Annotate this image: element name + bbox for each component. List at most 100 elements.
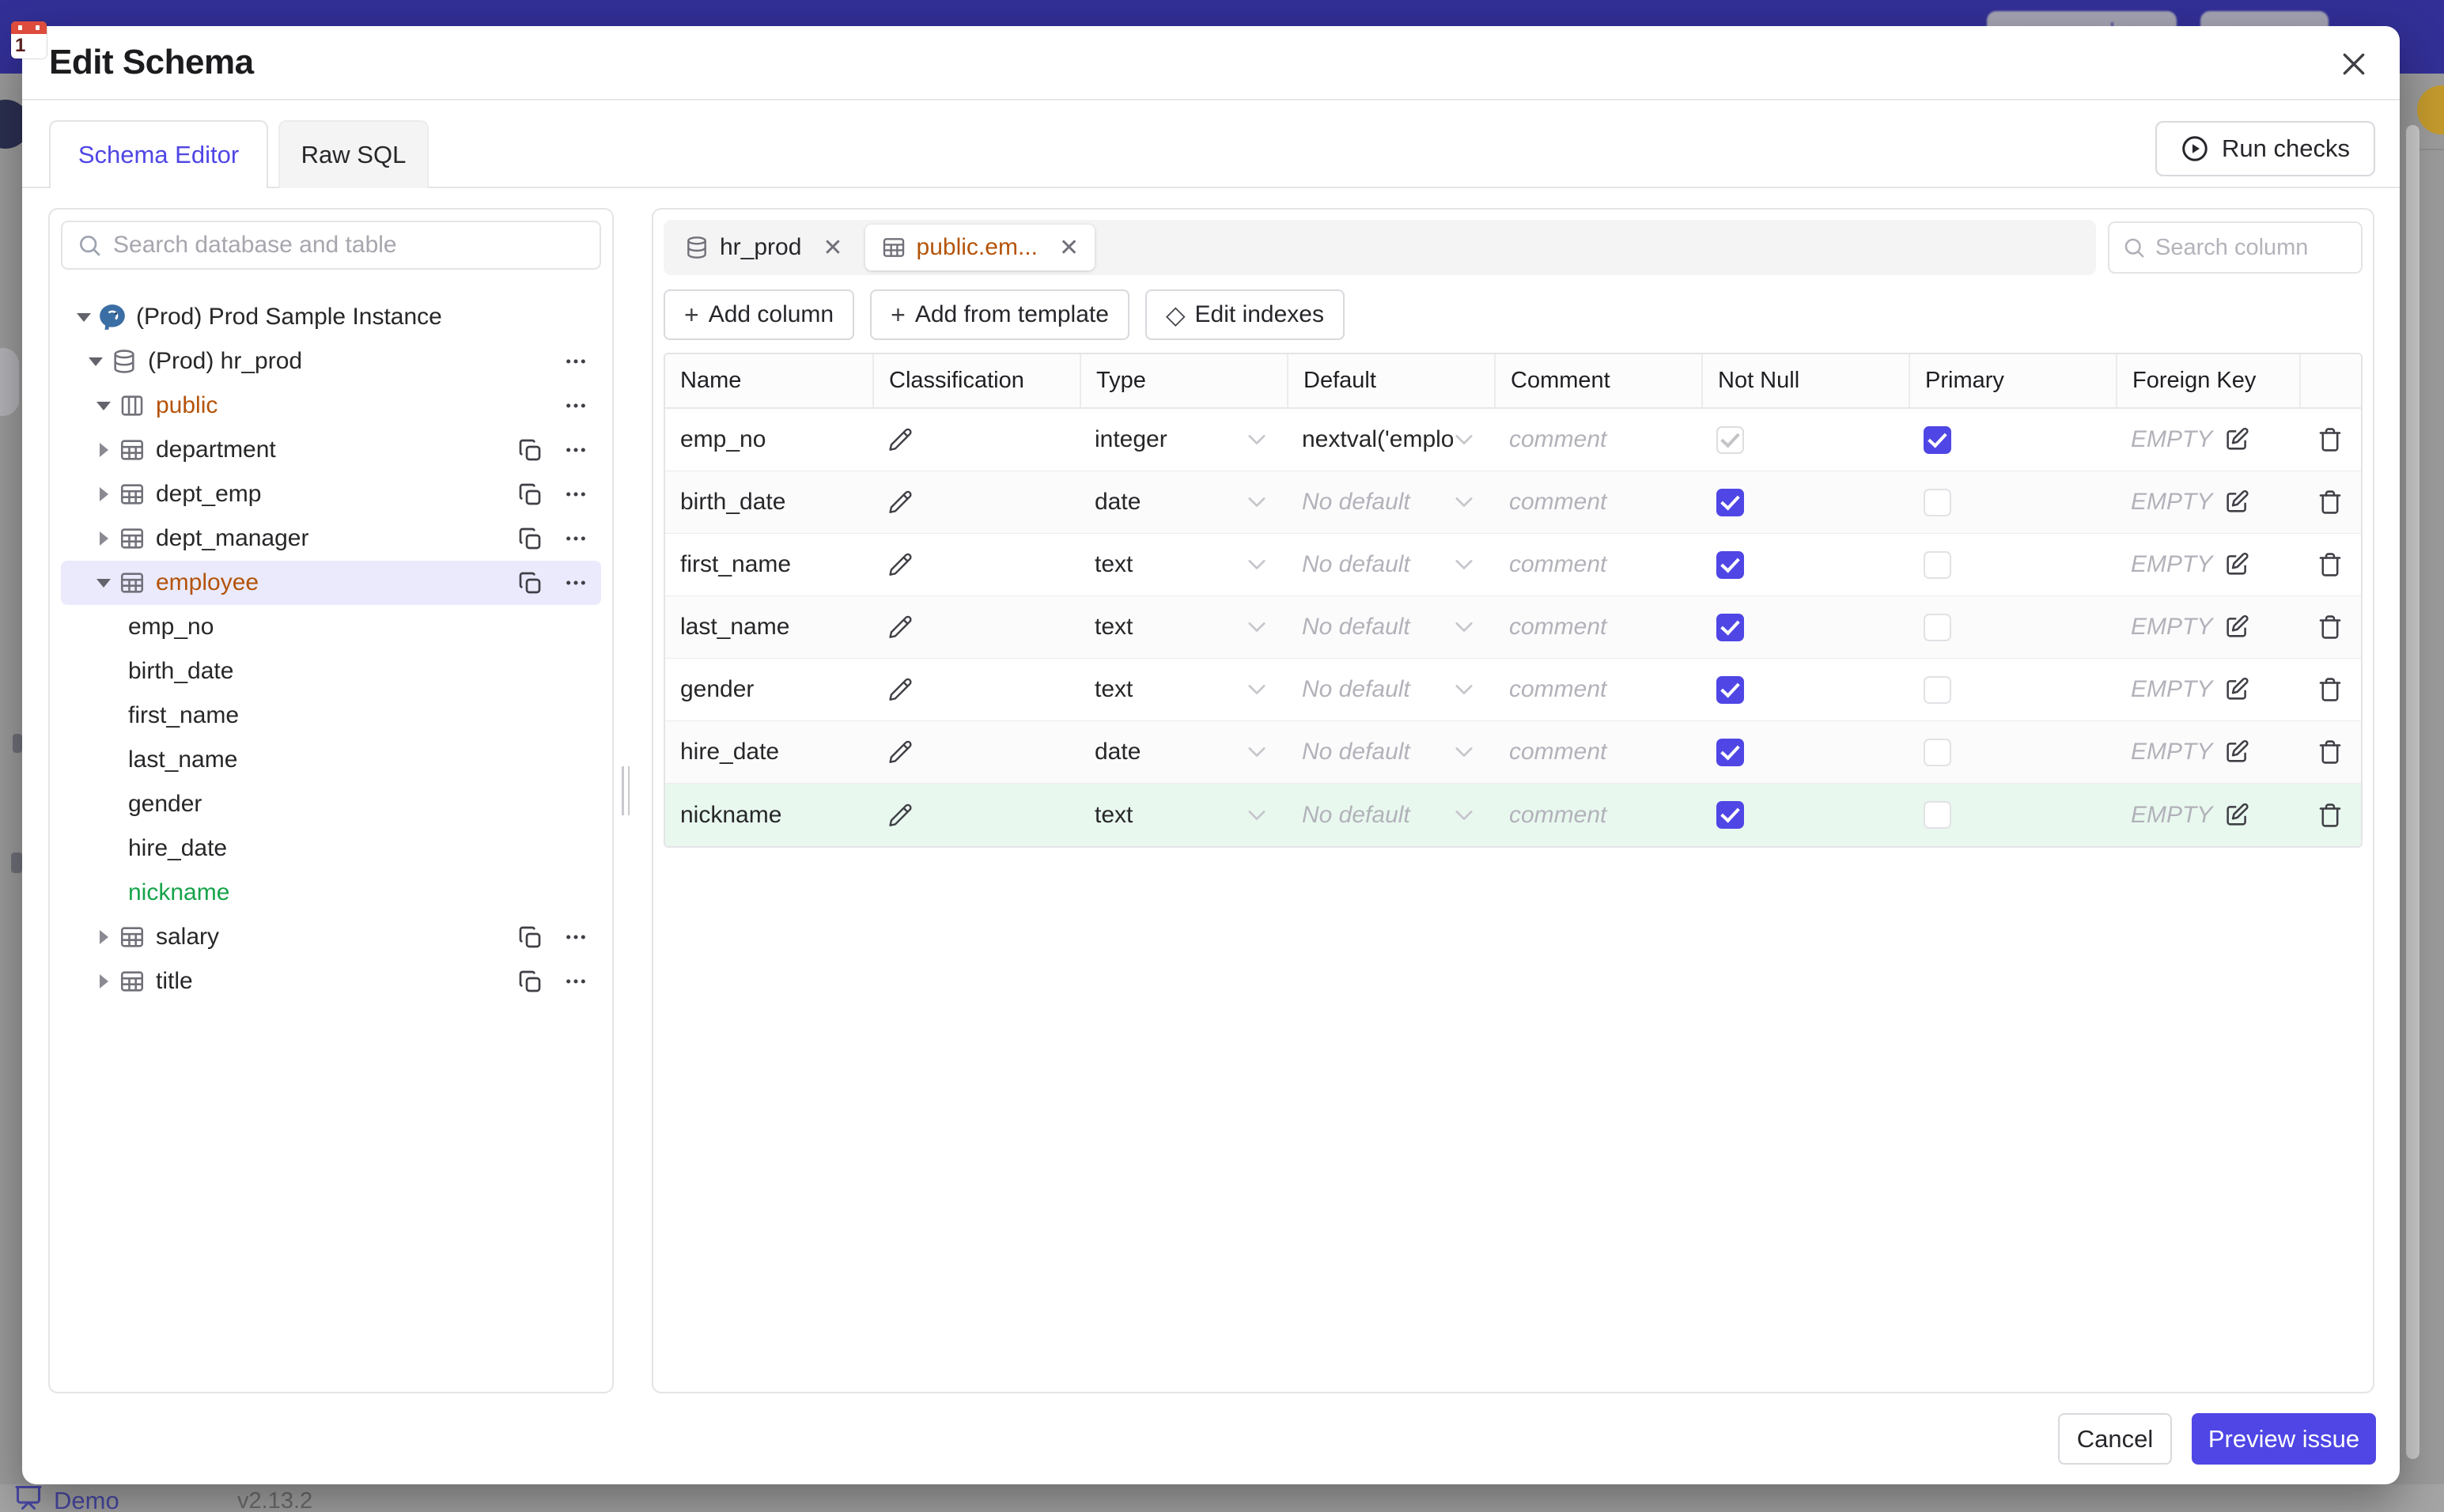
checkbox[interactable] — [1924, 425, 1951, 454]
delete-column-icon[interactable] — [2299, 471, 2361, 533]
tree-search[interactable] — [61, 221, 601, 270]
caret-right-icon[interactable] — [90, 443, 117, 457]
checkbox[interactable] — [1924, 738, 1951, 766]
tree-search-input[interactable] — [113, 232, 585, 259]
tree-item-dept_manager[interactable]: dept_manager — [61, 516, 601, 561]
type-select[interactable]: text — [1080, 784, 1287, 846]
checkbox[interactable] — [1716, 488, 1744, 516]
tree-item-emp_no[interactable]: emp_no — [61, 605, 601, 649]
tree-item--prod-prod-sample-instance[interactable]: (Prod) Prod Sample Instance — [61, 295, 601, 339]
primary-checkbox[interactable] — [1909, 596, 2116, 658]
more-menu-icon[interactable] — [563, 526, 588, 551]
copy-icon[interactable] — [517, 437, 543, 463]
column-search[interactable] — [2108, 221, 2363, 274]
not-null-checkbox[interactable] — [1701, 471, 1909, 533]
classification-edit-icon[interactable] — [872, 471, 1080, 533]
comment-input[interactable]: comment — [1494, 596, 1701, 658]
more-menu-icon[interactable] — [563, 570, 588, 595]
more-menu-icon[interactable] — [563, 349, 588, 374]
column-name-input[interactable]: nickname — [665, 784, 872, 846]
comment-input[interactable]: comment — [1494, 471, 1701, 533]
comment-input[interactable]: comment — [1494, 784, 1701, 846]
primary-checkbox[interactable] — [1909, 659, 2116, 720]
type-select[interactable]: date — [1080, 721, 1287, 783]
tab-schema-editor[interactable]: Schema Editor — [49, 120, 268, 188]
not-null-checkbox[interactable] — [1701, 409, 1909, 471]
tree-item-department[interactable]: department — [61, 428, 601, 472]
comment-input[interactable]: comment — [1494, 721, 1701, 783]
type-select[interactable]: integer — [1080, 409, 1287, 471]
classification-edit-icon[interactable] — [872, 409, 1080, 471]
delete-column-icon[interactable] — [2299, 596, 2361, 658]
demo-link[interactable]: Demo — [14, 1484, 119, 1512]
primary-checkbox[interactable] — [1909, 534, 2116, 595]
column-name-input[interactable]: birth_date — [665, 471, 872, 533]
caret-down-icon[interactable] — [82, 357, 109, 366]
not-null-checkbox[interactable] — [1701, 596, 1909, 658]
comment-input[interactable]: comment — [1494, 534, 1701, 595]
not-null-checkbox[interactable] — [1701, 784, 1909, 846]
classification-edit-icon[interactable] — [872, 721, 1080, 783]
tab-chip-hr-prod[interactable]: hr_prod ✕ — [668, 225, 859, 270]
tree-item-public[interactable]: public — [61, 384, 601, 428]
edit-foreign-key-icon[interactable] — [2223, 739, 2250, 765]
copy-icon[interactable] — [517, 526, 543, 551]
edit-foreign-key-icon[interactable] — [2223, 426, 2250, 453]
default-select[interactable]: No default — [1287, 596, 1494, 658]
more-menu-icon[interactable] — [563, 924, 588, 950]
more-menu-icon[interactable] — [563, 437, 588, 463]
checkbox[interactable] — [1924, 550, 1951, 579]
comment-input[interactable]: comment — [1494, 659, 1701, 720]
delete-column-icon[interactable] — [2299, 721, 2361, 783]
edit-foreign-key-icon[interactable] — [2223, 802, 2250, 829]
default-select[interactable]: No default — [1287, 659, 1494, 720]
edit-foreign-key-icon[interactable] — [2223, 676, 2250, 703]
type-select[interactable]: text — [1080, 659, 1287, 720]
checkbox[interactable] — [1716, 425, 1744, 454]
default-select[interactable]: No default — [1287, 784, 1494, 846]
tree-item-first_name[interactable]: first_name — [61, 694, 601, 738]
primary-checkbox[interactable] — [1909, 409, 2116, 471]
foreign-key-cell[interactable]: EMPTY — [2116, 721, 2299, 783]
cancel-button[interactable]: Cancel — [2058, 1413, 2172, 1465]
delete-column-icon[interactable] — [2299, 659, 2361, 720]
edit-foreign-key-icon[interactable] — [2223, 551, 2250, 578]
more-menu-icon[interactable] — [563, 482, 588, 507]
not-null-checkbox[interactable] — [1701, 659, 1909, 720]
tree-item--prod-hr_prod[interactable]: (Prod) hr_prod — [61, 339, 601, 384]
caret-right-icon[interactable] — [90, 531, 117, 546]
tab-chip-public-employee[interactable]: public.em... ✕ — [864, 225, 1095, 270]
caret-right-icon[interactable] — [90, 487, 117, 501]
column-name-input[interactable]: last_name — [665, 596, 872, 658]
type-select[interactable]: text — [1080, 596, 1287, 658]
classification-edit-icon[interactable] — [872, 659, 1080, 720]
copy-icon[interactable] — [517, 924, 543, 950]
foreign-key-cell[interactable]: EMPTY — [2116, 471, 2299, 533]
default-select[interactable]: No default — [1287, 534, 1494, 595]
edit-indexes-button[interactable]: ◇ Edit indexes — [1144, 289, 1345, 340]
column-name-input[interactable]: hire_date — [665, 721, 872, 783]
add-from-template-button[interactable]: + Add from template — [870, 289, 1129, 340]
foreign-key-cell[interactable]: EMPTY — [2116, 659, 2299, 720]
more-menu-icon[interactable] — [563, 393, 588, 418]
checkbox[interactable] — [1924, 801, 1951, 829]
tree-item-gender[interactable]: gender — [61, 782, 601, 826]
caret-right-icon[interactable] — [90, 930, 117, 944]
copy-icon[interactable] — [517, 570, 543, 595]
classification-edit-icon[interactable] — [872, 784, 1080, 846]
caret-down-icon[interactable] — [90, 578, 117, 588]
panel-resize-handle[interactable] — [622, 766, 630, 815]
not-null-checkbox[interactable] — [1701, 534, 1909, 595]
checkbox[interactable] — [1924, 488, 1951, 516]
not-null-checkbox[interactable] — [1701, 721, 1909, 783]
type-select[interactable]: date — [1080, 471, 1287, 533]
foreign-key-cell[interactable]: EMPTY — [2116, 596, 2299, 658]
copy-icon[interactable] — [517, 482, 543, 507]
primary-checkbox[interactable] — [1909, 471, 2116, 533]
column-name-input[interactable]: first_name — [665, 534, 872, 595]
foreign-key-cell[interactable]: EMPTY — [2116, 409, 2299, 471]
edit-foreign-key-icon[interactable] — [2223, 614, 2250, 641]
tree-item-hire_date[interactable]: hire_date — [61, 826, 601, 871]
column-name-input[interactable]: emp_no — [665, 409, 872, 471]
edit-foreign-key-icon[interactable] — [2223, 489, 2250, 516]
